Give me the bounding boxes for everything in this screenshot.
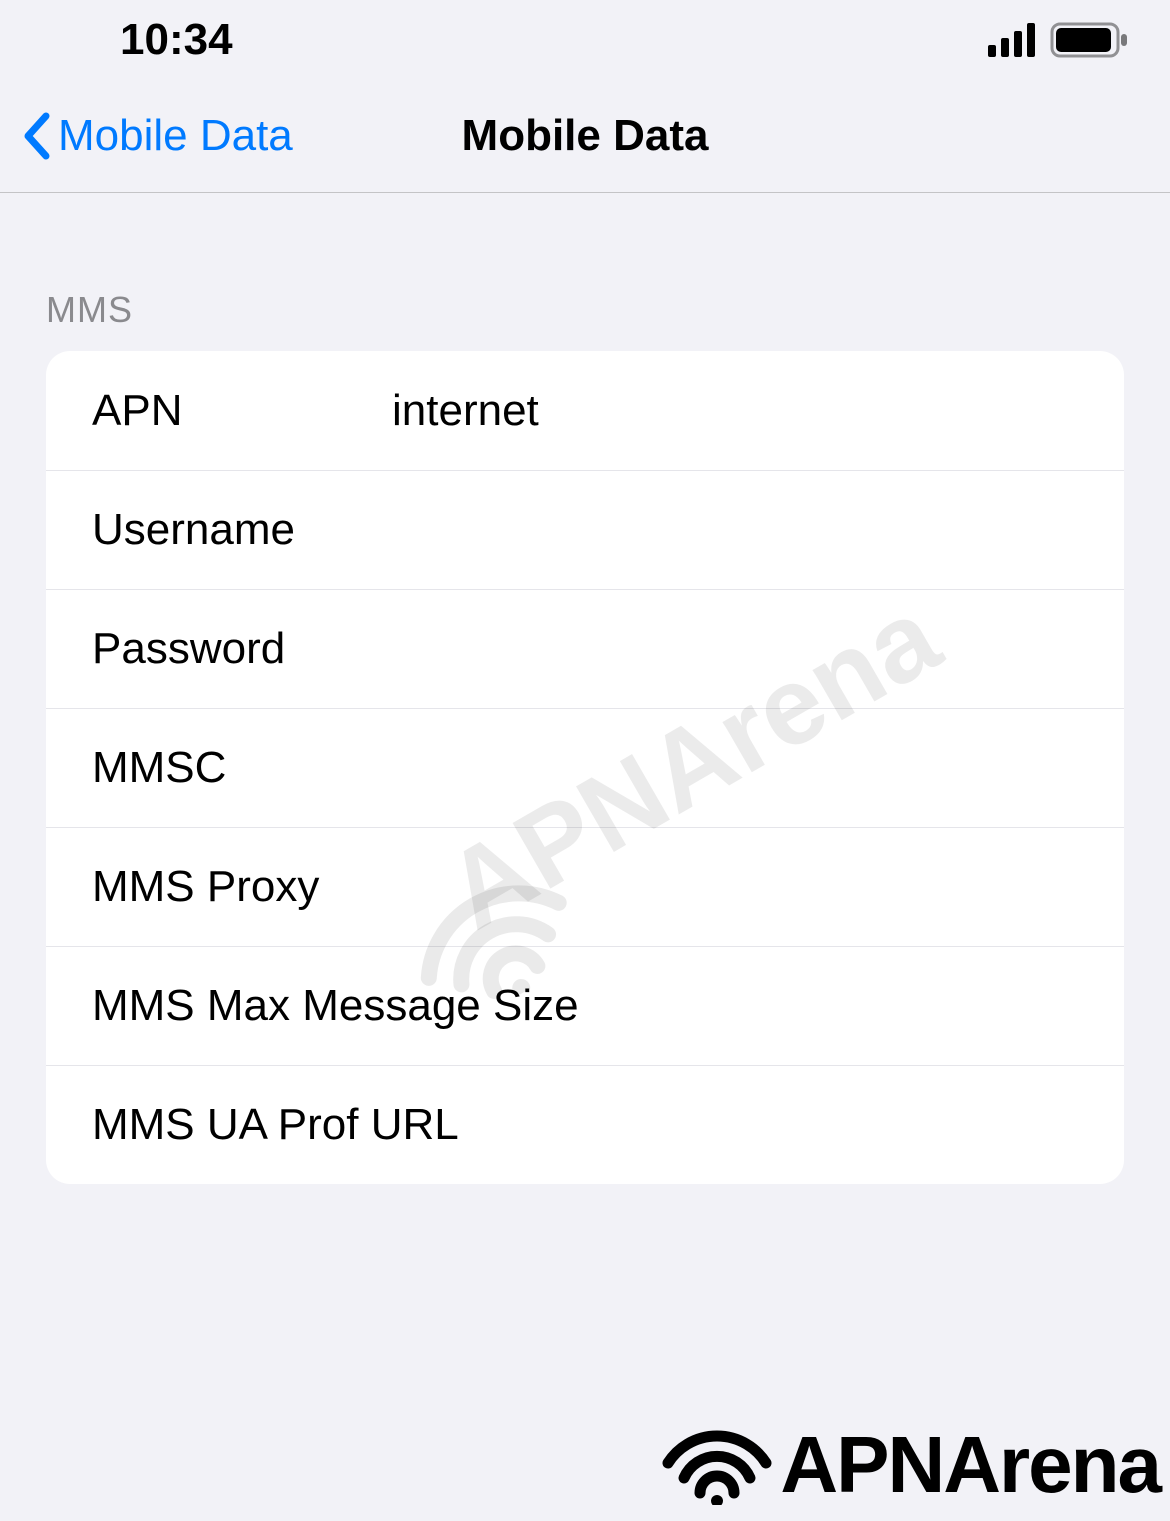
status-indicators (988, 22, 1130, 58)
row-apn[interactable]: APN (46, 351, 1124, 470)
mmsc-input[interactable] (342, 743, 1124, 793)
status-time: 10:34 (120, 15, 233, 65)
mms-proxy-input[interactable] (319, 862, 1124, 912)
row-label-password: Password (92, 624, 342, 674)
row-password[interactable]: Password (46, 589, 1124, 708)
row-label-username: Username (92, 505, 342, 555)
row-mmsc[interactable]: MMSC (46, 708, 1124, 827)
row-label-mmsc: MMSC (92, 743, 342, 793)
footer-brand-text: APNArena (780, 1419, 1160, 1511)
back-button-label: Mobile Data (58, 111, 293, 161)
back-button[interactable]: Mobile Data (0, 111, 293, 161)
row-label-mms-proxy: MMS Proxy (92, 862, 319, 912)
apn-input[interactable] (342, 386, 1124, 436)
cellular-signal-icon (988, 23, 1038, 57)
battery-icon (1050, 22, 1130, 58)
password-input[interactable] (342, 624, 1124, 674)
row-mms-max-message-size[interactable]: MMS Max Message Size (46, 946, 1124, 1065)
row-mms-proxy[interactable]: MMS Proxy (46, 827, 1124, 946)
status-bar: 10:34 (0, 0, 1170, 80)
page-title: Mobile Data (462, 111, 709, 161)
row-label-mms-max-size: MMS Max Message Size (92, 981, 1124, 1031)
chevron-left-icon (20, 112, 50, 160)
row-username[interactable]: Username (46, 470, 1124, 589)
row-mms-ua-prof-url[interactable]: MMS UA Prof URL (46, 1065, 1124, 1184)
footer-brand: APNArena (662, 1419, 1160, 1511)
wifi-logo-icon (662, 1425, 772, 1505)
row-label-mms-ua-prof: MMS UA Prof URL (92, 1100, 1124, 1150)
section-header-mms: MMS (46, 289, 1124, 331)
username-input[interactable] (342, 505, 1124, 555)
navigation-bar: Mobile Data Mobile Data (0, 80, 1170, 193)
mms-settings-card: APN Username Password MMSC MMS Proxy MMS… (46, 351, 1124, 1184)
row-label-apn: APN (92, 386, 342, 436)
